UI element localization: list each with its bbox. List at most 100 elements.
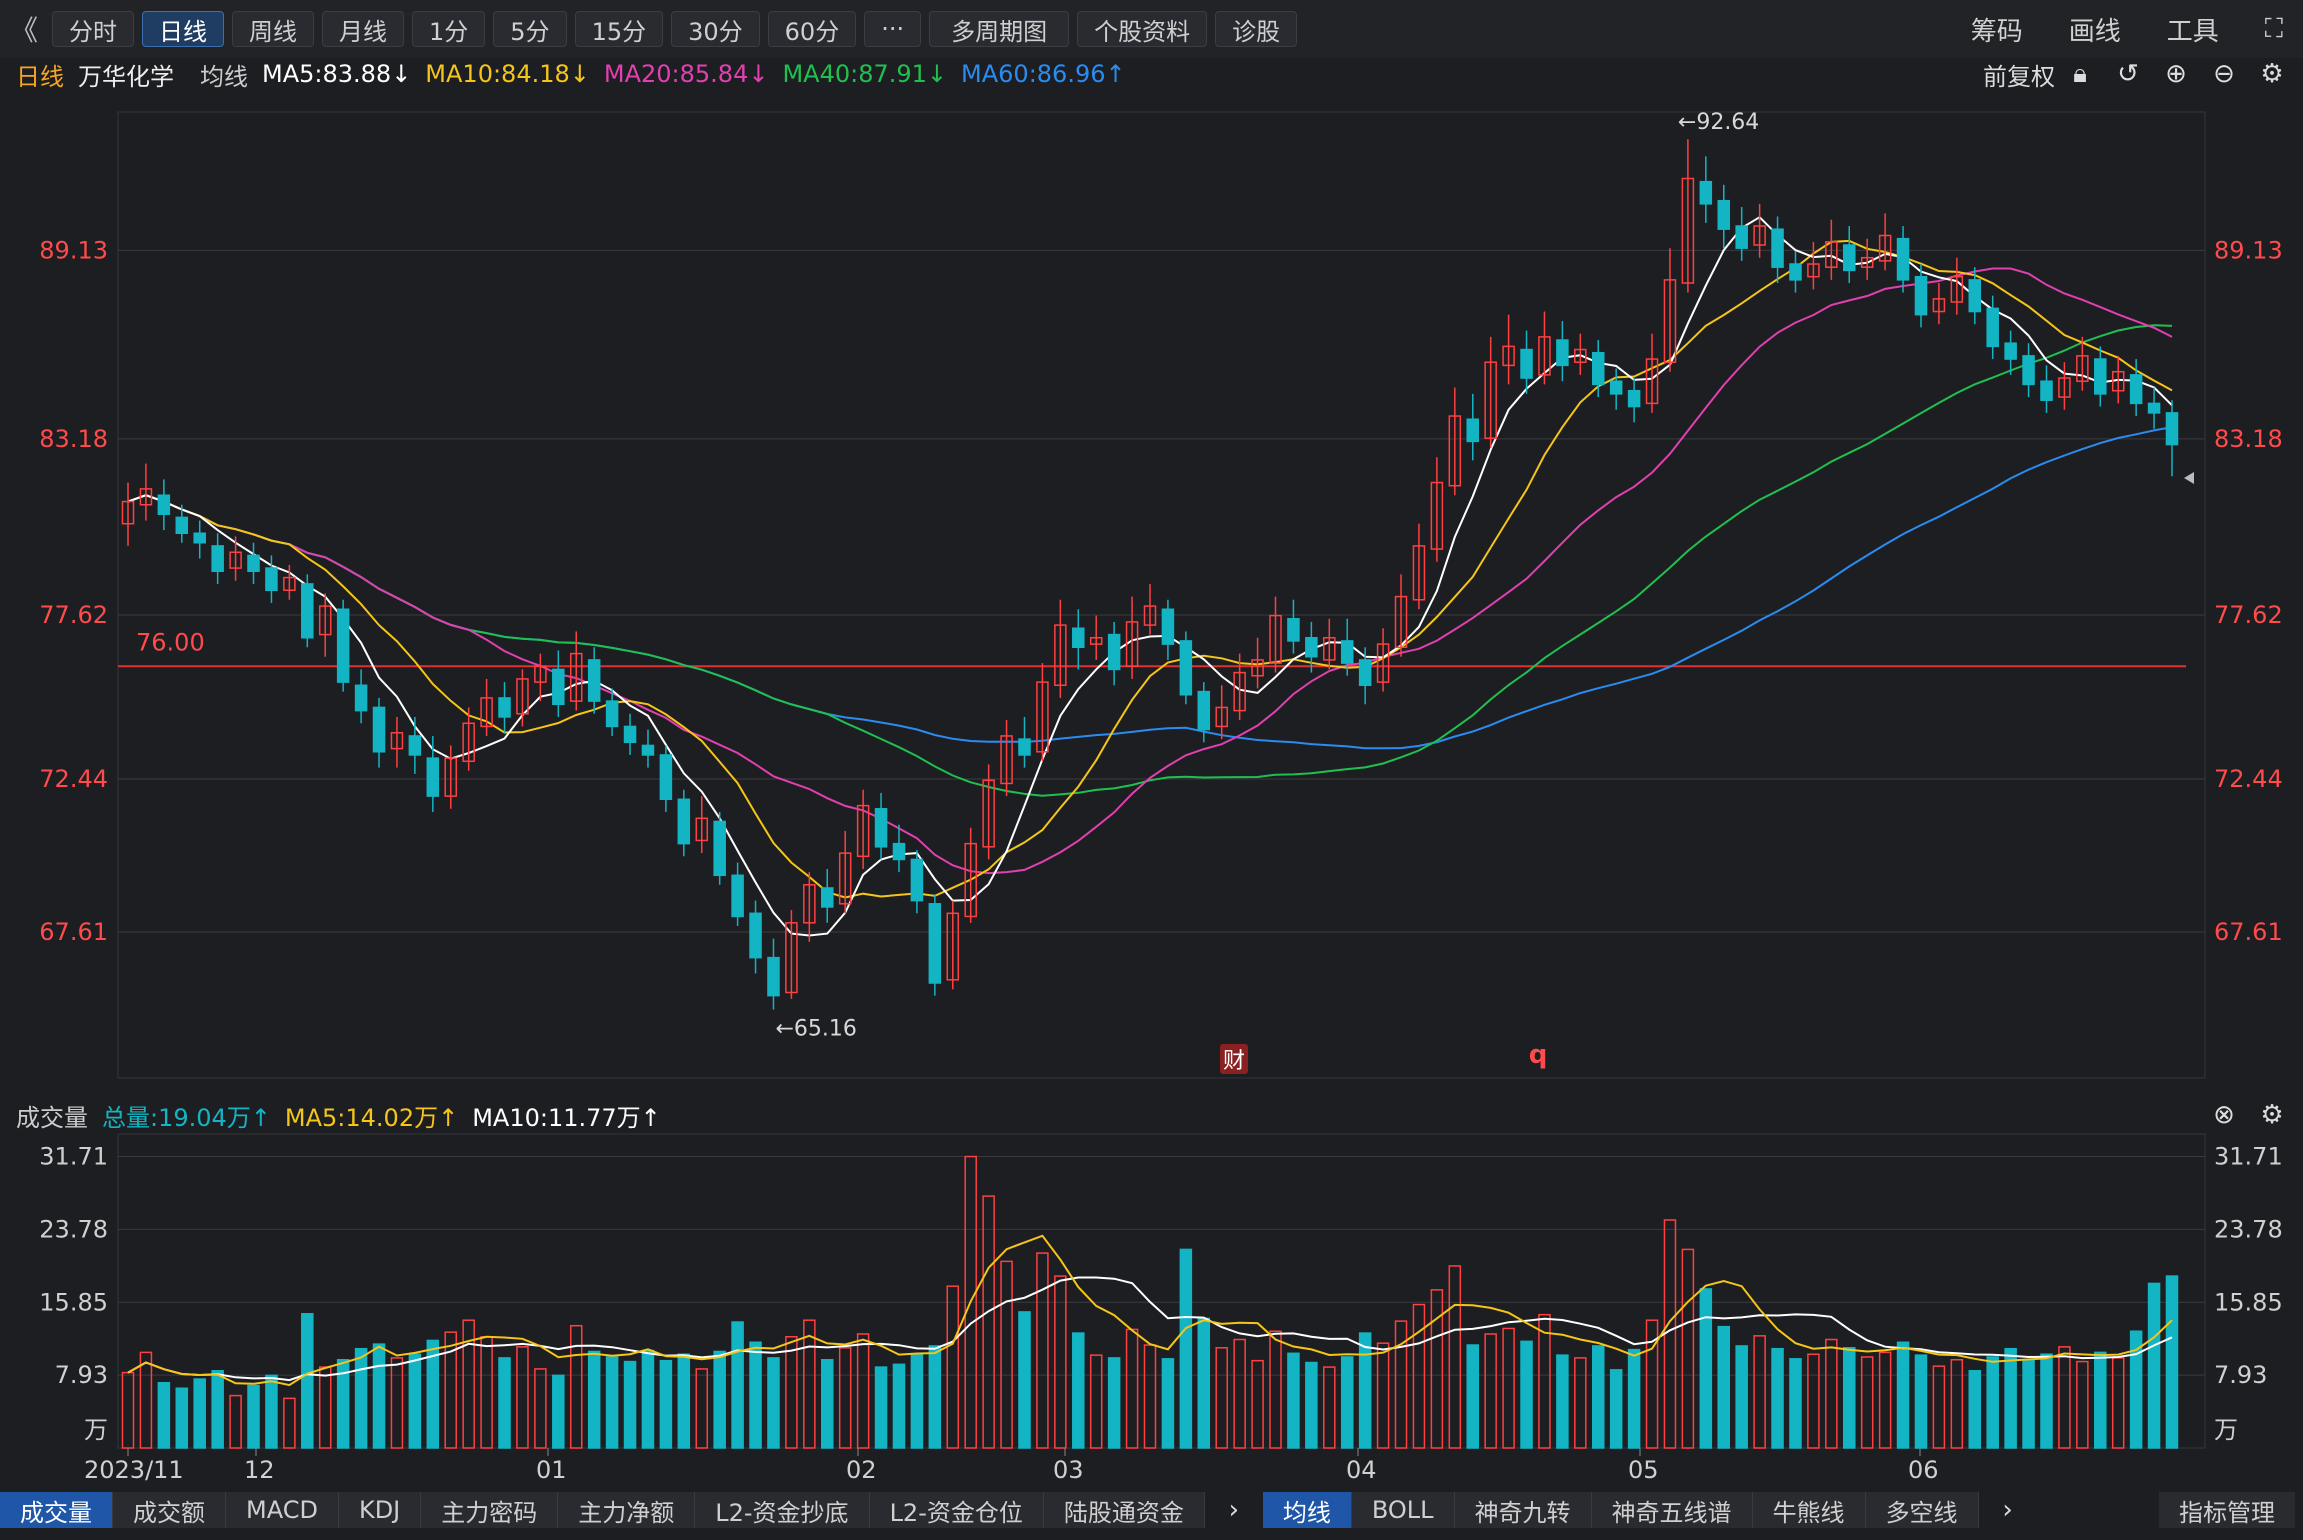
volume-bar: [1197, 1317, 1211, 1449]
indicator-tabs: 成交量 成交额 MACD KDJ 主力密码 主力净额 L2-资金抄底 L2-资金仓位 陆股通资金: [0, 1492, 1205, 1528]
support-line-label: 76.00: [136, 628, 205, 656]
candle-body: [426, 757, 440, 797]
indicator-tab[interactable]: 陆股通资金: [1043, 1492, 1205, 1528]
overlay-tabs: 均线 BOLL 神奇九转 神奇五线谱 牛熊线 多空线: [1262, 1492, 1979, 1528]
candle-body: [1699, 180, 1713, 205]
ma5-line: [127, 215, 2173, 937]
volume-bar: [139, 1351, 153, 1449]
date-label: 01: [536, 1456, 567, 1484]
kline-chart[interactable]: 89.13 89.13 83.18 83.18 77.62 77.62 72.44 72.44…: [0, 0, 2303, 1540]
volume-bar: [2004, 1347, 2017, 1449]
volume-bar: [354, 1347, 368, 1449]
indicator-tab[interactable]: 主力密码: [421, 1492, 559, 1528]
candle-body: [498, 697, 511, 718]
candle-body: [1896, 237, 1910, 281]
volume-bar: [1233, 1338, 1246, 1449]
volume-bar: [1717, 1325, 1731, 1449]
volume-bar: [1376, 1342, 1390, 1449]
overlay-tab[interactable]: 神奇五线谱: [1591, 1492, 1753, 1528]
candle-body: [336, 608, 350, 683]
price-tick-left: 89.13: [39, 236, 108, 264]
price-tick-right: 89.13: [2214, 236, 2283, 264]
volume-bar: [1072, 1332, 1085, 1449]
volume-bar: [301, 1313, 314, 1449]
overlay-tab[interactable]: 均线: [1262, 1492, 1352, 1528]
overlay-tab[interactable]: 神奇九转: [1454, 1492, 1592, 1528]
indicator-tab[interactable]: KDJ: [338, 1492, 422, 1528]
volume-bar: [1574, 1357, 1587, 1449]
price-tick-left: 83.18: [39, 425, 108, 453]
indicator-tab[interactable]: 主力净额: [558, 1492, 696, 1528]
volume-bar: [1914, 1354, 1928, 1449]
indicator-tab[interactable]: 成交额: [113, 1492, 226, 1528]
price-tick-right: 83.18: [2214, 425, 2283, 453]
overlay-tab[interactable]: BOLL: [1351, 1492, 1455, 1528]
volume-bar: [1412, 1303, 1426, 1449]
volume-bar: [2165, 1275, 2179, 1449]
volume-bar: [1269, 1330, 1282, 1449]
chevron-right-icon-2[interactable]: ›: [1991, 1495, 2025, 1525]
volume-bar: [659, 1359, 673, 1449]
volume-bar: [982, 1195, 995, 1449]
candle-body: [1627, 389, 1641, 408]
candle-body: [2147, 402, 2161, 414]
volume-bar: [785, 1336, 798, 1449]
ma10-line: [127, 239, 2173, 899]
volume-bar: [749, 1341, 762, 1449]
price-tick-left: 72.44: [39, 765, 108, 793]
volume-bar: [121, 1371, 135, 1449]
candle-body: [821, 887, 834, 908]
price-panel-frame: [117, 111, 2206, 1079]
candle-body: [659, 754, 673, 801]
candle-body: [193, 532, 206, 544]
volume-unit-right: 万: [2214, 1416, 2238, 1444]
volume-bar: [2058, 1346, 2071, 1449]
volume-bar: [803, 1319, 816, 1449]
volume-bar: [2094, 1351, 2107, 1449]
volume-bar: [1591, 1345, 1605, 1449]
chevron-right-icon[interactable]: ›: [1217, 1495, 1251, 1525]
volume-bar: [1036, 1252, 1049, 1449]
current-price-marker: [2184, 472, 2194, 484]
indicator-tab[interactable]: MACD: [226, 1492, 339, 1528]
volume-bar: [1502, 1327, 1515, 1449]
volume-bar: [1609, 1369, 1623, 1449]
volume-bar: [1699, 1288, 1713, 1449]
volume-bar: [1968, 1370, 1982, 1449]
candle-body: [1843, 244, 1856, 272]
volume-bar: [695, 1368, 709, 1449]
volume-bar: [1143, 1344, 1157, 1449]
candle-body: [587, 659, 601, 702]
indicator-tab[interactable]: 成交量: [0, 1492, 113, 1528]
candle-body: [1771, 228, 1784, 268]
volume-bar: [1340, 1356, 1354, 1449]
price-tick-right: 67.61: [2214, 918, 2283, 946]
volume-bar: [731, 1321, 744, 1449]
volume-tick-right: 15.85: [2214, 1288, 2283, 1316]
volume-bar: [1430, 1289, 1444, 1449]
indicator-tab[interactable]: L2-资金抄底: [695, 1492, 870, 1528]
candle-body: [1018, 738, 1031, 756]
volume-tick-right: 7.93: [2214, 1361, 2267, 1389]
volume-bar: [229, 1394, 242, 1449]
candle-body: [749, 912, 762, 959]
candle-body: [1340, 640, 1354, 664]
overlay-tab[interactable]: 多空线: [1865, 1492, 1979, 1528]
candle-body: [1520, 348, 1533, 379]
indicator-manage-button[interactable]: 指标管理: [2159, 1492, 2295, 1528]
volume-bar: [318, 1366, 332, 1449]
candle-body: [1072, 627, 1085, 649]
volume-bar: [1520, 1340, 1533, 1449]
volume-bar: [1932, 1365, 1946, 1449]
low-price-label: ←65.16: [775, 1017, 856, 1042]
volume-bar: [283, 1397, 296, 1449]
volume-bar: [910, 1353, 924, 1449]
candle-body: [892, 842, 906, 861]
candle-body: [1287, 618, 1300, 642]
volume-bar: [1179, 1248, 1193, 1449]
indicator-tab[interactable]: L2-资金仓位: [869, 1492, 1044, 1528]
volume-bar: [408, 1353, 422, 1449]
volume-bar: [856, 1333, 870, 1449]
volume-bar: [247, 1384, 260, 1449]
overlay-tab[interactable]: 牛熊线: [1752, 1492, 1866, 1528]
